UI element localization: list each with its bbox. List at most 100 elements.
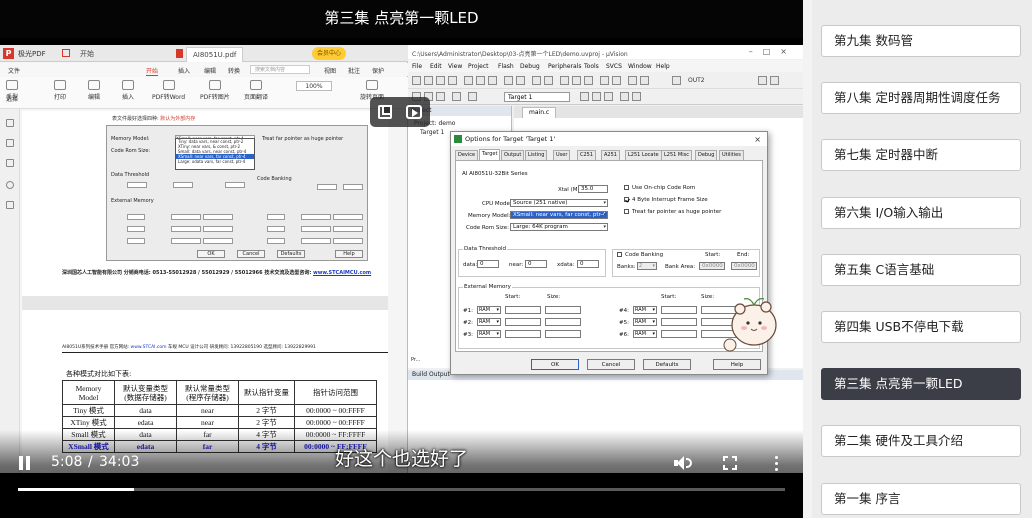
- fullscreen-icon[interactable]: [723, 456, 737, 470]
- huge-pointer-checkbox[interactable]: Treat far pointer as huge pointer: [624, 209, 721, 215]
- uncomment-icon[interactable]: [612, 76, 621, 85]
- uvision-menu-svcs[interactable]: SVCS: [606, 63, 622, 70]
- outdent-icon[interactable]: [584, 76, 593, 85]
- new-file-icon[interactable]: [412, 76, 421, 85]
- dialog-tab-target[interactable]: Target: [479, 149, 501, 160]
- redo-icon[interactable]: [516, 76, 525, 85]
- pdf-company-url[interactable]: www.STCAIMCU.com: [313, 270, 371, 276]
- ext-mem-type-select[interactable]: RAM: [633, 306, 657, 314]
- member-center-badge[interactable]: 会员中心: [312, 47, 347, 60]
- translate-button[interactable]: 页面翻译: [244, 80, 268, 101]
- uvision-menu-flash[interactable]: Flash: [498, 63, 514, 70]
- pdf-menu-start[interactable]: 开始: [146, 66, 159, 76]
- indent-icon[interactable]: [572, 76, 581, 85]
- cut-icon[interactable]: [464, 76, 473, 85]
- pdf-to-image-button[interactable]: PDF转图片: [200, 80, 230, 101]
- pdf-tab-document[interactable]: AI8051U.pdf: [186, 47, 244, 62]
- undo-icon[interactable]: [504, 76, 513, 85]
- window-controls[interactable]: –□×: [749, 47, 797, 56]
- playlist-item[interactable]: 第六集 I/O输入输出: [821, 197, 1021, 229]
- picture-in-picture-icon[interactable]: [378, 105, 392, 119]
- ok-button[interactable]: OK: [531, 359, 579, 370]
- pdf-menu-edit[interactable]: 编辑: [204, 66, 216, 75]
- use-onchip-rom-checkbox[interactable]: Use On-chip Code Rom: [624, 185, 695, 191]
- ext-mem-start-input[interactable]: [505, 330, 541, 338]
- more-options-icon[interactable]: [775, 456, 779, 472]
- find-in-files-icon[interactable]: [640, 76, 649, 85]
- editor-tab-main-c[interactable]: main.c: [522, 107, 557, 118]
- interrupt-frame-checkbox[interactable]: 4 Byte Interrupt Frame Size: [624, 197, 708, 203]
- uvision-menu-help[interactable]: Help: [656, 63, 670, 70]
- ext-mem-size-input[interactable]: [545, 330, 581, 338]
- dialog-tab-c251[interactable]: C251: [577, 150, 597, 160]
- target-select[interactable]: Target 1: [504, 92, 570, 102]
- zoom-level-input[interactable]: 100%: [296, 81, 332, 91]
- copy-icon[interactable]: [476, 76, 485, 85]
- save-all-icon[interactable]: [448, 76, 457, 85]
- uvision-menu-peripherals[interactable]: Peripherals: [548, 63, 581, 70]
- defaults-button[interactable]: Defaults: [643, 359, 691, 370]
- stop-build-icon[interactable]: [468, 92, 477, 101]
- uvision-menu-edit[interactable]: Edit: [430, 63, 442, 70]
- bank-end-input[interactable]: 0x0000: [731, 262, 757, 270]
- save-icon[interactable]: [436, 76, 445, 85]
- dialog-tab-a251[interactable]: A251: [601, 150, 620, 160]
- cpu-mode-select[interactable]: Source (251 native): [510, 199, 608, 207]
- insert-button[interactable]: 插入: [122, 80, 134, 101]
- dialog-tab-output[interactable]: Output: [501, 150, 525, 160]
- rebuild-icon[interactable]: [436, 92, 445, 101]
- xdata-input[interactable]: 0: [577, 260, 599, 268]
- pdf-menu-insert[interactable]: 插入: [178, 66, 190, 75]
- dialog-tab-device[interactable]: Device: [455, 150, 479, 160]
- ext-mem-type-select[interactable]: RAM: [477, 318, 501, 326]
- banks-select[interactable]: 2: [637, 262, 657, 270]
- settings-icon[interactable]: [770, 76, 779, 85]
- print-button[interactable]: 打印: [54, 80, 66, 101]
- thumbnail-icon[interactable]: [6, 139, 14, 147]
- ext-mem-start-input[interactable]: [505, 306, 541, 314]
- edit-button[interactable]: 编辑: [88, 80, 100, 101]
- dialog-tab-l251-misc[interactable]: L251 Misc: [661, 150, 692, 160]
- dialog-tab-debug[interactable]: Debug: [695, 150, 718, 160]
- code-rom-select[interactable]: Large: 64K program: [510, 223, 608, 231]
- playlist-item[interactable]: 第五集 C语言基础: [821, 254, 1021, 286]
- uvision-menu-debug[interactable]: Debug: [520, 63, 540, 70]
- dialog-tab-utilities[interactable]: Utilities: [719, 150, 744, 160]
- help-button[interactable]: Help: [713, 359, 761, 370]
- bookmark-icon[interactable]: [6, 119, 14, 127]
- pdf-menu-comment[interactable]: 批注: [348, 66, 360, 75]
- target-options-icon[interactable]: [580, 92, 589, 101]
- uvision-menu-file[interactable]: File: [412, 63, 422, 70]
- xtal-input[interactable]: 35.0: [578, 185, 608, 193]
- ext-mem-type-select[interactable]: RAM: [633, 330, 657, 338]
- books-icon[interactable]: [632, 92, 641, 101]
- playlist-item[interactable]: 第八集 定时器周期性调度任务: [821, 82, 1021, 114]
- ext-mem-start-input[interactable]: [661, 306, 697, 314]
- playlist-item[interactable]: 第二集 硬件及工具介绍: [821, 425, 1021, 457]
- pdf-to-word-button[interactable]: PDF转Word: [152, 80, 185, 101]
- ext-mem-start-input[interactable]: [505, 318, 541, 326]
- playlist-item[interactable]: 第九集 数码管: [821, 25, 1021, 57]
- ext-mem-start-input[interactable]: [661, 318, 697, 326]
- dialog-tab-listing[interactable]: Listing: [525, 150, 548, 160]
- comment-icon[interactable]: [600, 76, 609, 85]
- ext-mem-size-input[interactable]: [545, 306, 581, 314]
- ext-mem-start-input[interactable]: [661, 330, 697, 338]
- ext-mem-type-select[interactable]: RAM: [477, 330, 501, 338]
- nav-back-icon[interactable]: [532, 76, 541, 85]
- close-icon[interactable]: ×: [754, 133, 761, 147]
- pdf-tab-start[interactable]: 开始: [74, 47, 100, 62]
- popout-player-icon[interactable]: [406, 105, 422, 119]
- dialog-tab-user[interactable]: User: [553, 150, 571, 160]
- file-extensions-icon[interactable]: [592, 92, 601, 101]
- cancel-button[interactable]: Cancel: [587, 359, 635, 370]
- packs-icon[interactable]: [620, 92, 629, 101]
- progress-bar[interactable]: [18, 488, 785, 491]
- playlist-item[interactable]: 第三集 点亮第一颗LED: [821, 368, 1021, 400]
- select-tool-button[interactable]: 选择: [6, 94, 18, 103]
- playlist-item[interactable]: 第四集 USB不停电下载: [821, 311, 1021, 343]
- find-icon[interactable]: [628, 76, 637, 85]
- ext-mem-size-input[interactable]: [545, 318, 581, 326]
- pdf-menu-file[interactable]: 文件: [8, 66, 20, 75]
- code-banking-checkbox[interactable]: Code Banking: [617, 252, 663, 258]
